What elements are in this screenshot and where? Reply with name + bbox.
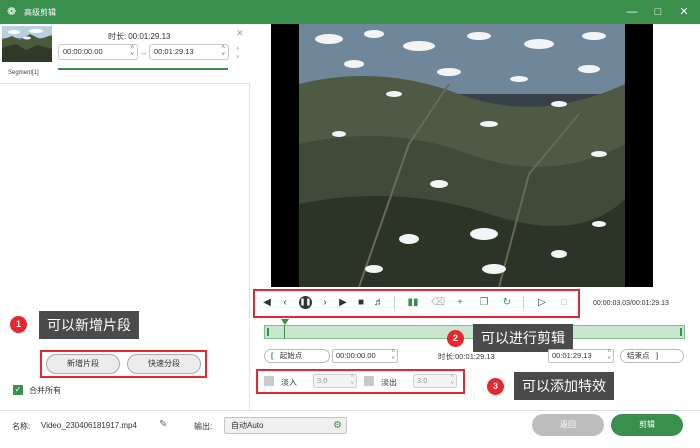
segment-progress-bar [58,68,228,70]
callout-2-badge: 2 [447,330,464,347]
title-bar: ❁ 高级剪辑 — □ ✕ [0,0,700,24]
back-button[interactable]: 返回 [532,414,604,436]
volume-icon[interactable]: ♬ [373,297,385,309]
divider [394,296,395,310]
fade-in-field[interactable]: 3.0 ˄ ˅ [313,374,357,388]
copy-icon[interactable]: ❐ [478,297,490,309]
start-time-value: 00:00:00.00 [336,351,376,360]
maximize-icon[interactable]: □ [650,4,666,20]
app-logo-icon: ❁ [7,6,17,18]
mark-out-icon[interactable]: ▷ [536,297,548,309]
spinner-icon[interactable]: ˄ ˅ [350,374,354,388]
segment-end-value: 00:01:29.13 [154,47,194,56]
start-point-label: 起始点 [279,351,303,360]
minimize-icon[interactable]: — [624,4,640,20]
end-point-label: 结束点 [627,351,650,360]
timeline-end-handle[interactable] [680,328,682,336]
end-time-value: 00:01:29.13 [552,351,592,360]
edit-button[interactable]: 剪辑 [611,414,683,436]
spinner-icon[interactable]: ˄ ˅ [391,349,395,363]
duration-label: 时长: [108,32,127,41]
reset-icon[interactable]: ↻ [501,297,513,309]
fade-out-checkbox[interactable] [364,376,374,386]
output-value: 自动Auto [231,421,264,430]
segment-end-field[interactable]: 00:01:29.13 ˄ ˅ [149,44,229,60]
callout-1-badge: 1 [10,316,27,333]
pause-icon[interactable]: ❚❚ [299,296,312,309]
output-select[interactable]: 自动Auto ⚙ [224,417,347,434]
go-to-start-icon[interactable]: ◀ [261,297,273,309]
segment-reorder-icon[interactable]: ˄ ˅ [236,46,240,62]
spinner-icon[interactable]: ˄ ˅ [450,374,454,388]
range-bar: [ 起始点 00:00:00.00 ˄ ˅ 时长:00:01:29.13 00:0… [264,349,685,364]
segment-card[interactable]: Segment[1] 时长: 00:01:29.13 00:00:00.00 ˄ ˅… [0,24,250,84]
fade-in-value: 3.0 [317,376,328,385]
checkbox-checked-icon[interactable]: ✓ [13,385,23,395]
callout-2-text: 可以进行剪辑 [473,324,573,352]
name-label: 名称: [12,422,31,431]
range-length-label: 时长: [438,352,456,361]
close-icon[interactable]: ✕ [676,4,692,20]
spinner-icon[interactable]: ˄ ˅ [130,45,134,59]
fade-out-label: 淡出 [381,378,397,387]
callout-1-text: 可以新增片段 [39,311,139,339]
set-end-button[interactable]: 结束点 ] [620,349,684,363]
start-time-field[interactable]: 00:00:00.00 ˄ ˅ [332,349,398,363]
segment-label: Segment[1] [8,70,39,76]
callout-3-badge: 3 [487,378,504,395]
set-start-button[interactable]: [ 起始点 [264,349,330,363]
fade-effects-row: 淡入 3.0 ˄ ˅ 淡出 3.0 ˄ ˅ [262,373,462,389]
step-back-icon[interactable]: ‹ [279,297,291,309]
step-forward-icon[interactable]: › [319,297,331,309]
output-label: 输出: [194,422,213,431]
add-icon[interactable]: + [454,297,466,309]
time-separator: -- [141,49,147,58]
spinner-icon[interactable]: ˄ ˅ [221,45,225,59]
segment-duration: 时长: 00:01:29.13 [108,31,171,42]
fade-out-value: 3.0 [417,376,428,385]
gear-icon[interactable]: ⚙ [333,418,342,433]
merge-all-label: 合并所有 [29,386,61,395]
segment-thumbnail[interactable] [2,26,52,62]
spinner-icon[interactable]: ˄ ˅ [607,349,611,363]
split-icon[interactable]: ▮▮ [407,297,419,309]
segment-start-field[interactable]: 00:00:00.00 ˄ ˅ [58,44,138,60]
segment-start-value: 00:00:00.00 [63,47,103,56]
range-length-value: 00:01:29.13 [455,352,495,361]
quick-split-button[interactable]: 快速分段 [127,354,201,374]
fade-out-field[interactable]: 3.0 ˄ ˅ [413,374,457,388]
stop-icon[interactable]: ■ [355,297,367,309]
range-length: 时长:00:01:29.13 [438,351,495,362]
bracket-left-icon: [ [271,351,274,360]
segment-close-icon[interactable]: ✕ [236,28,244,39]
add-segment-button[interactable]: 新增片段 [46,354,120,374]
pencil-icon[interactable]: ✎ [159,419,167,430]
bracket-right-icon: ] [655,351,659,360]
end-time-field[interactable]: 00:01:29.13 ˄ ˅ [548,349,614,363]
delete-icon[interactable]: ⌫ [431,297,445,309]
window-title: 高级剪辑 [24,8,56,17]
callout-3-text: 可以添加特效 [514,372,614,400]
video-preview[interactable] [299,24,625,287]
go-to-end-icon[interactable]: ▶ [337,297,349,309]
timeline-start-handle[interactable] [267,328,269,336]
duration-value: 00:01:29.13 [128,32,171,41]
fade-in-checkbox[interactable] [264,376,274,386]
time-readout: 00:00:03.03/00:01:29.13 [593,300,669,307]
divider [523,296,524,310]
crop-icon[interactable]: □ [558,297,570,309]
fade-in-label: 淡入 [281,378,297,387]
file-name: Video_230406181917.mp4 [41,421,137,430]
playhead-line [284,325,285,339]
